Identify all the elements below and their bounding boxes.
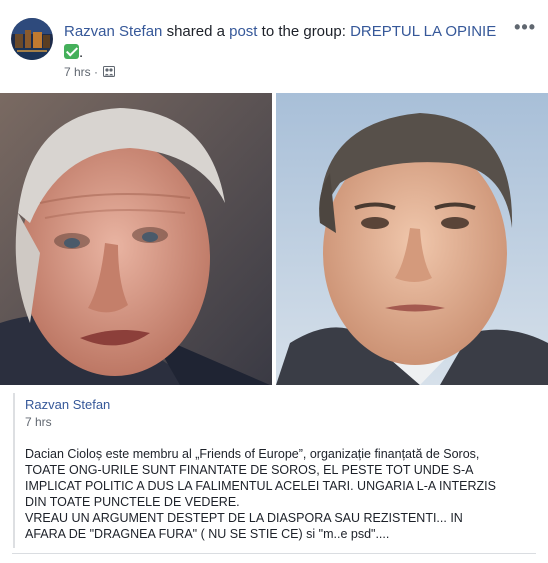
group-members-icon[interactable]: [103, 65, 116, 77]
post-timestamp[interactable]: 7 hrs: [64, 65, 91, 79]
shared-post-text: Dacian Cioloș este membru al „Friends of…: [25, 446, 525, 542]
group-share-post: Razvan Stefan shared a post to the group…: [0, 0, 548, 563]
author-name-link[interactable]: Razvan Stefan: [64, 23, 162, 40]
header-action-text-2: to the group:: [257, 23, 351, 40]
shared-text-line: TOATE ONG-URILE SUNT FINANTATE DE SOROS,…: [25, 463, 474, 477]
shared-post-timestamp[interactable]: 7 hrs: [25, 414, 52, 430]
post-link[interactable]: post: [229, 23, 257, 40]
divider: [12, 553, 536, 554]
shared-text-line: IMPLICAT POLITIC A DUS LA FALIMENTUL ACE…: [25, 479, 496, 493]
check-mark-icon: [64, 44, 79, 59]
more-options-button[interactable]: •••: [514, 18, 536, 36]
header-action-text: shared a: [162, 23, 230, 40]
meta-separator: ·: [90, 65, 102, 79]
post-meta: 7 hrs ·: [64, 64, 116, 80]
shared-text-line: DIN TOATE PUNCTELE DE VEDERE.: [25, 495, 240, 509]
post-header: Razvan Stefan shared a post to the group…: [64, 21, 514, 63]
shared-text-line: Dacian Cioloș este membru al „Friends of…: [25, 447, 480, 461]
group-name-link[interactable]: DREPTUL LA OPINIE: [350, 23, 496, 40]
shared-post-rule: [13, 393, 15, 548]
shared-text-line: VREAU UN ARGUMENT DESTEPT DE LA DIASPORA…: [25, 511, 463, 525]
group-suffix: .: [79, 44, 84, 61]
shared-author-link[interactable]: Razvan Stefan: [25, 397, 110, 413]
post-image[interactable]: [0, 93, 548, 385]
author-avatar[interactable]: [11, 18, 53, 60]
shared-text-line: AFARA DE "DRAGNEA FURA" ( NU SE STIE CE)…: [25, 527, 390, 541]
